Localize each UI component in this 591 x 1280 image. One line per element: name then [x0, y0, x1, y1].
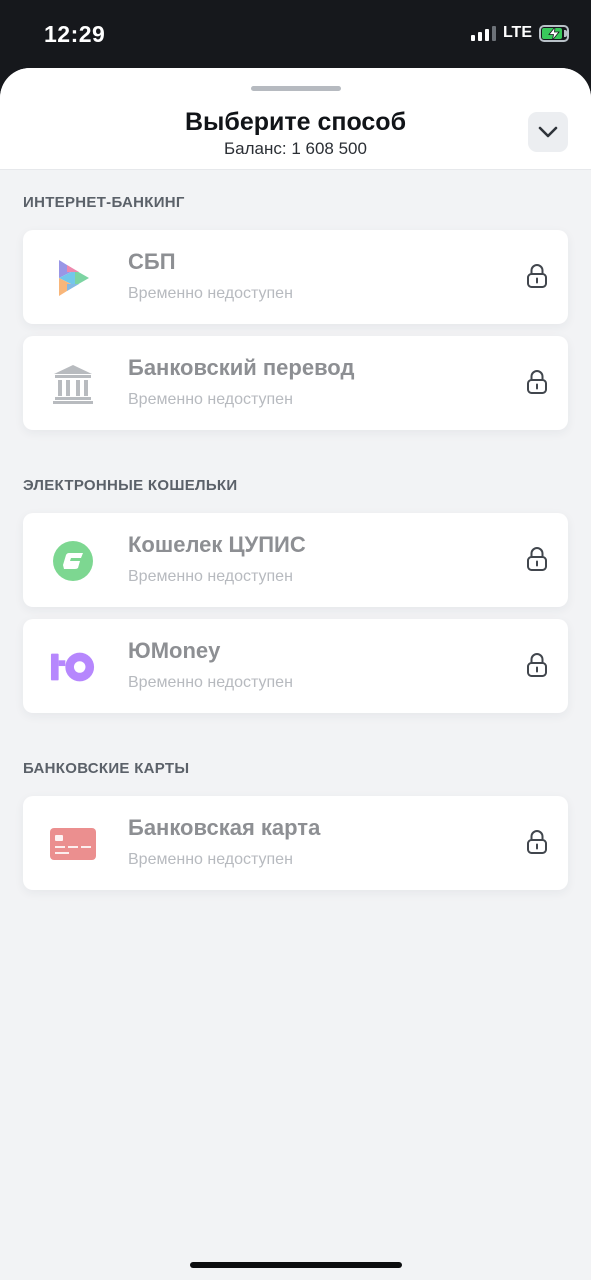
method-name: Банковская карта — [128, 815, 321, 840]
signal-icon — [470, 25, 496, 41]
lock-icon — [527, 370, 547, 394]
lock-icon — [527, 830, 547, 854]
method-status: Временно недоступен — [128, 391, 293, 408]
method-status: Временно недоступен — [128, 674, 293, 691]
lock-icon — [527, 547, 547, 571]
method-status: Временно недоступен — [128, 851, 293, 868]
section-title-internet-banking: ИНТЕРНЕТ-БАНКИНГ — [23, 194, 185, 211]
bank-icon — [50, 361, 96, 407]
payment-method-sheet: Выберите способ Баланс: 1 608 500 ИНТЕРН… — [0, 68, 591, 1280]
chevron-down-icon — [538, 126, 558, 138]
battery-icon — [539, 24, 569, 42]
collapse-button[interactable] — [528, 112, 568, 152]
method-card-sbp[interactable]: СБП Временно недоступен — [23, 230, 568, 324]
method-name: СБП — [128, 249, 176, 274]
method-card-cupis-wallet[interactable]: Кошелек ЦУПИС Временно недоступен — [23, 513, 568, 607]
lock-icon — [527, 264, 547, 288]
cupis-wallet-icon — [50, 538, 96, 584]
sheet-title: Выберите способ — [184, 108, 407, 136]
lock-icon — [527, 653, 547, 677]
method-card-yumoney[interactable]: ЮMoney Временно недоступен — [23, 619, 568, 713]
sbp-icon — [50, 255, 96, 301]
status-time: 12:29 — [44, 21, 106, 47]
method-name: Банковский перевод — [128, 355, 355, 380]
balance-label: Баланс: 1 608 500 — [224, 139, 367, 158]
method-status: Временно недоступен — [128, 568, 293, 585]
home-indicator[interactable] — [190, 1262, 402, 1268]
method-name: ЮMoney — [128, 638, 221, 663]
bank-card-icon — [50, 821, 96, 867]
sheet-header: Выберите способ Баланс: 1 608 500 — [0, 68, 591, 170]
section-title-e-wallets: ЭЛЕКТРОННЫЕ КОШЕЛЬКИ — [23, 477, 238, 494]
method-card-bank-card[interactable]: Банковская карта Временно недоступен — [23, 796, 568, 890]
sheet-grabber[interactable] — [251, 86, 341, 91]
method-status: Временно недоступен — [128, 285, 293, 302]
charging-bolt-icon — [548, 26, 560, 40]
method-card-bank-transfer[interactable]: Банковский перевод Временно недоступен — [23, 336, 568, 430]
yumoney-icon — [50, 644, 96, 690]
method-name: Кошелек ЦУПИС — [128, 532, 306, 557]
status-indicators: LTE — [470, 24, 569, 42]
status-bar: 12:29 LTE — [0, 0, 591, 68]
network-label: LTE — [502, 24, 532, 41]
section-title-bank-cards: БАНКОВСКИЕ КАРТЫ — [23, 760, 190, 777]
